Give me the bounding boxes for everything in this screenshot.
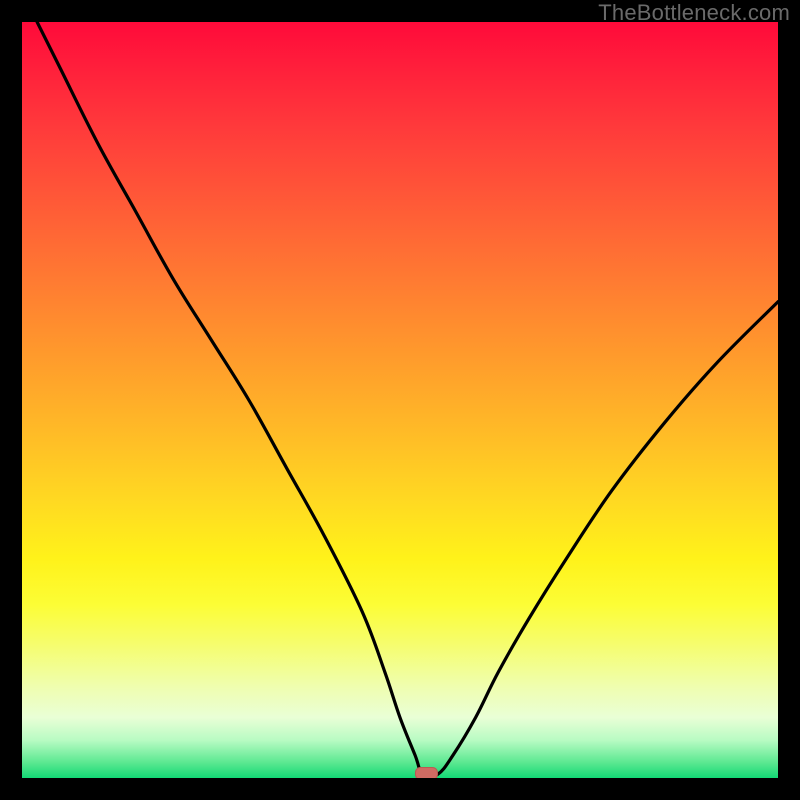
chart-frame: TheBottleneck.com [0,0,800,800]
plot-area [22,22,778,778]
chart-svg [22,22,778,778]
minimum-marker [415,767,437,778]
bottleneck-curve [37,22,778,777]
watermark-text: TheBottleneck.com [598,0,790,26]
